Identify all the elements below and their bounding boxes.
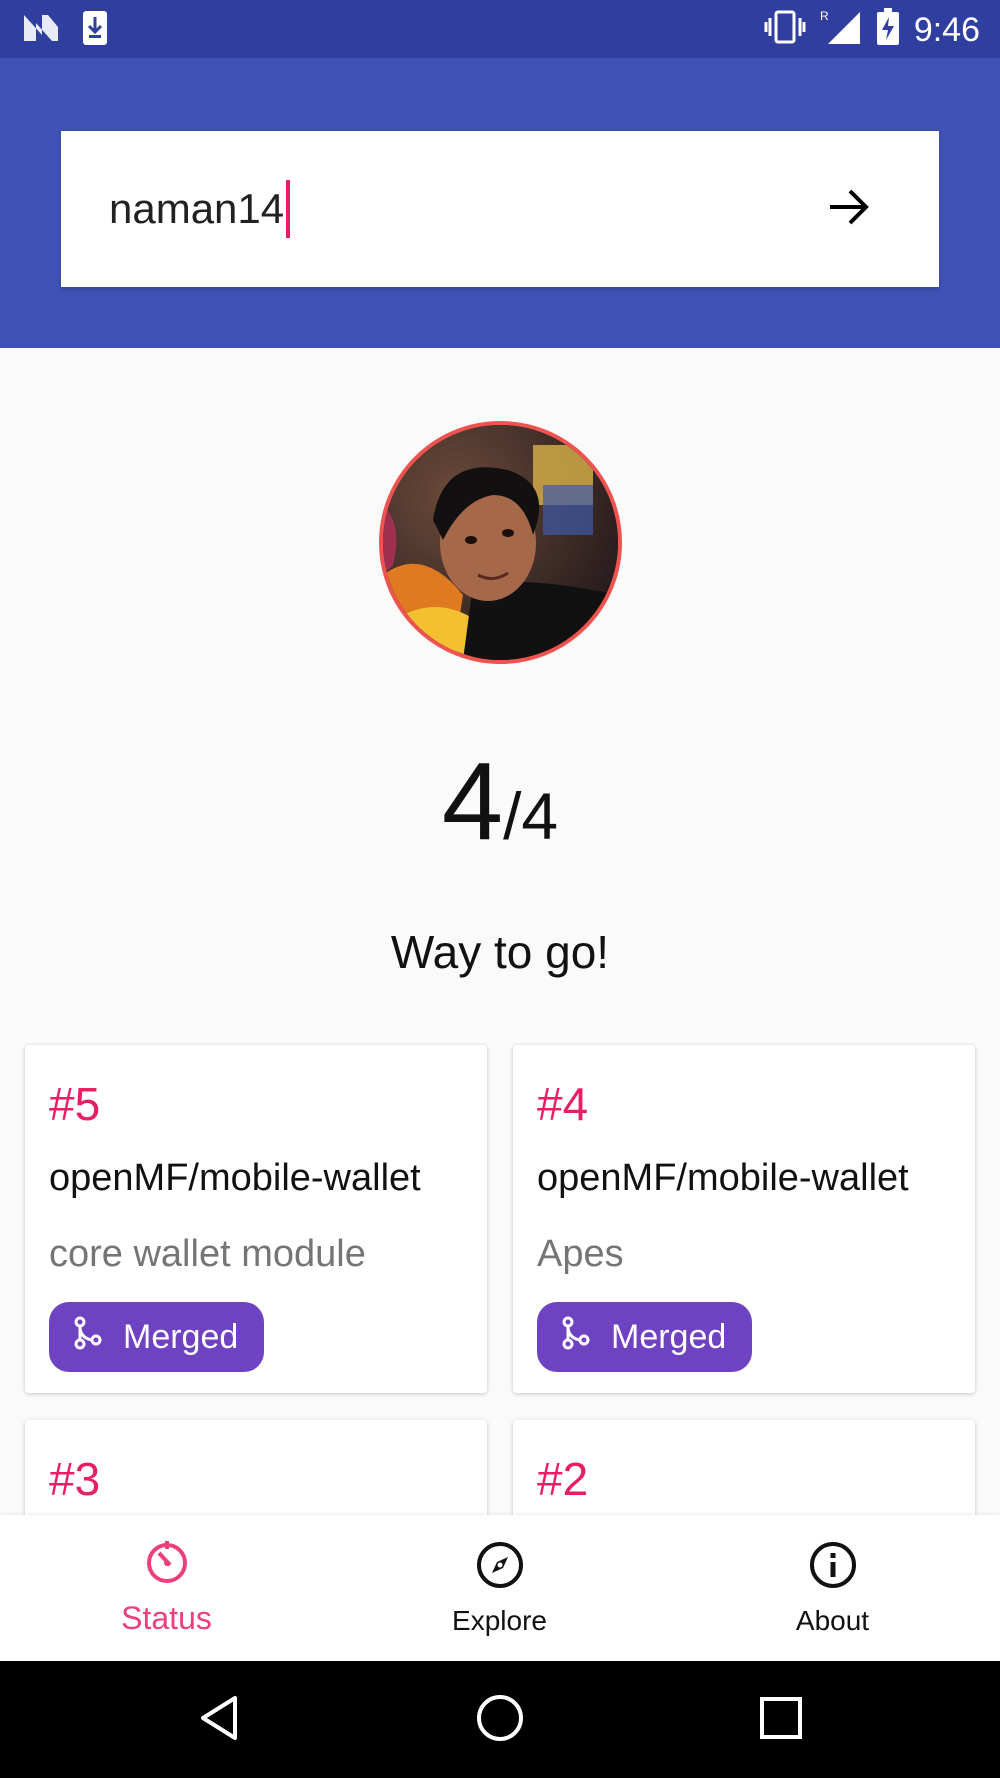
status-message: Way to go! xyxy=(390,926,610,978)
recents-button[interactable] xyxy=(750,1689,812,1751)
merged-badge: Merged xyxy=(49,1302,265,1372)
nav-label-explore: Explore xyxy=(452,1604,547,1636)
nav-item-status[interactable]: Status xyxy=(0,1515,333,1661)
pr-score: 4/4 xyxy=(0,738,1000,865)
pr-number: #3 xyxy=(49,1453,101,1505)
n-logo-icon xyxy=(22,13,60,48)
avatar xyxy=(379,421,622,664)
system-navigation-bar xyxy=(0,1661,1000,1778)
status-timer-icon xyxy=(144,1539,190,1590)
pr-card[interactable]: #5 openMF/mobile-wallet core wallet modu… xyxy=(25,1045,487,1393)
score-total: /4 xyxy=(503,779,559,853)
battery-charging-icon xyxy=(876,8,900,51)
bottom-navigation: Status Explore About xyxy=(0,1515,1000,1661)
username-search-box[interactable]: naman14 xyxy=(61,131,939,287)
score-completed: 4 xyxy=(441,740,504,863)
pr-number: #4 xyxy=(537,1078,589,1130)
merge-icon xyxy=(561,1316,591,1359)
pr-title: core wallet module xyxy=(49,1233,366,1275)
home-button[interactable] xyxy=(469,1689,531,1751)
nav-item-explore[interactable]: Explore xyxy=(333,1515,666,1661)
submit-button[interactable] xyxy=(815,175,883,243)
merged-label: Merged xyxy=(123,1317,239,1356)
text-caret xyxy=(286,180,291,238)
pr-card[interactable]: #4 openMF/mobile-wallet Apes Merged xyxy=(513,1045,975,1393)
arrow-right-icon xyxy=(826,187,872,232)
info-icon xyxy=(808,1540,858,1595)
merged-badge: Merged xyxy=(537,1302,753,1372)
download-icon xyxy=(82,10,108,51)
back-triangle-icon xyxy=(197,1694,241,1747)
vibrate-icon xyxy=(764,10,806,49)
username-value: naman14 xyxy=(109,185,285,232)
nav-label-status: Status xyxy=(121,1600,212,1636)
nav-label-about: About xyxy=(795,1604,870,1636)
back-button[interactable] xyxy=(188,1689,250,1751)
merged-label: Merged xyxy=(611,1317,727,1356)
recents-square-icon xyxy=(759,1696,803,1745)
clock-time: 9:46 xyxy=(913,10,980,49)
home-circle-icon xyxy=(475,1693,525,1748)
svg-text:R: R xyxy=(820,9,829,23)
merge-icon xyxy=(73,1316,103,1359)
pr-repo: openMF/mobile-wallet xyxy=(49,1157,421,1199)
pr-number: #5 xyxy=(49,1078,101,1130)
app-bar: naman14 xyxy=(0,58,1000,348)
nav-item-about[interactable]: About xyxy=(666,1515,999,1661)
status-bar: R 9:46 xyxy=(0,0,1000,58)
pr-title: Apes xyxy=(537,1233,624,1275)
username-input[interactable]: naman14 xyxy=(109,131,291,287)
pr-number: #2 xyxy=(537,1453,589,1505)
pr-repo: openMF/mobile-wallet xyxy=(537,1157,909,1199)
signal-icon: R xyxy=(820,8,862,51)
compass-icon xyxy=(475,1540,525,1595)
